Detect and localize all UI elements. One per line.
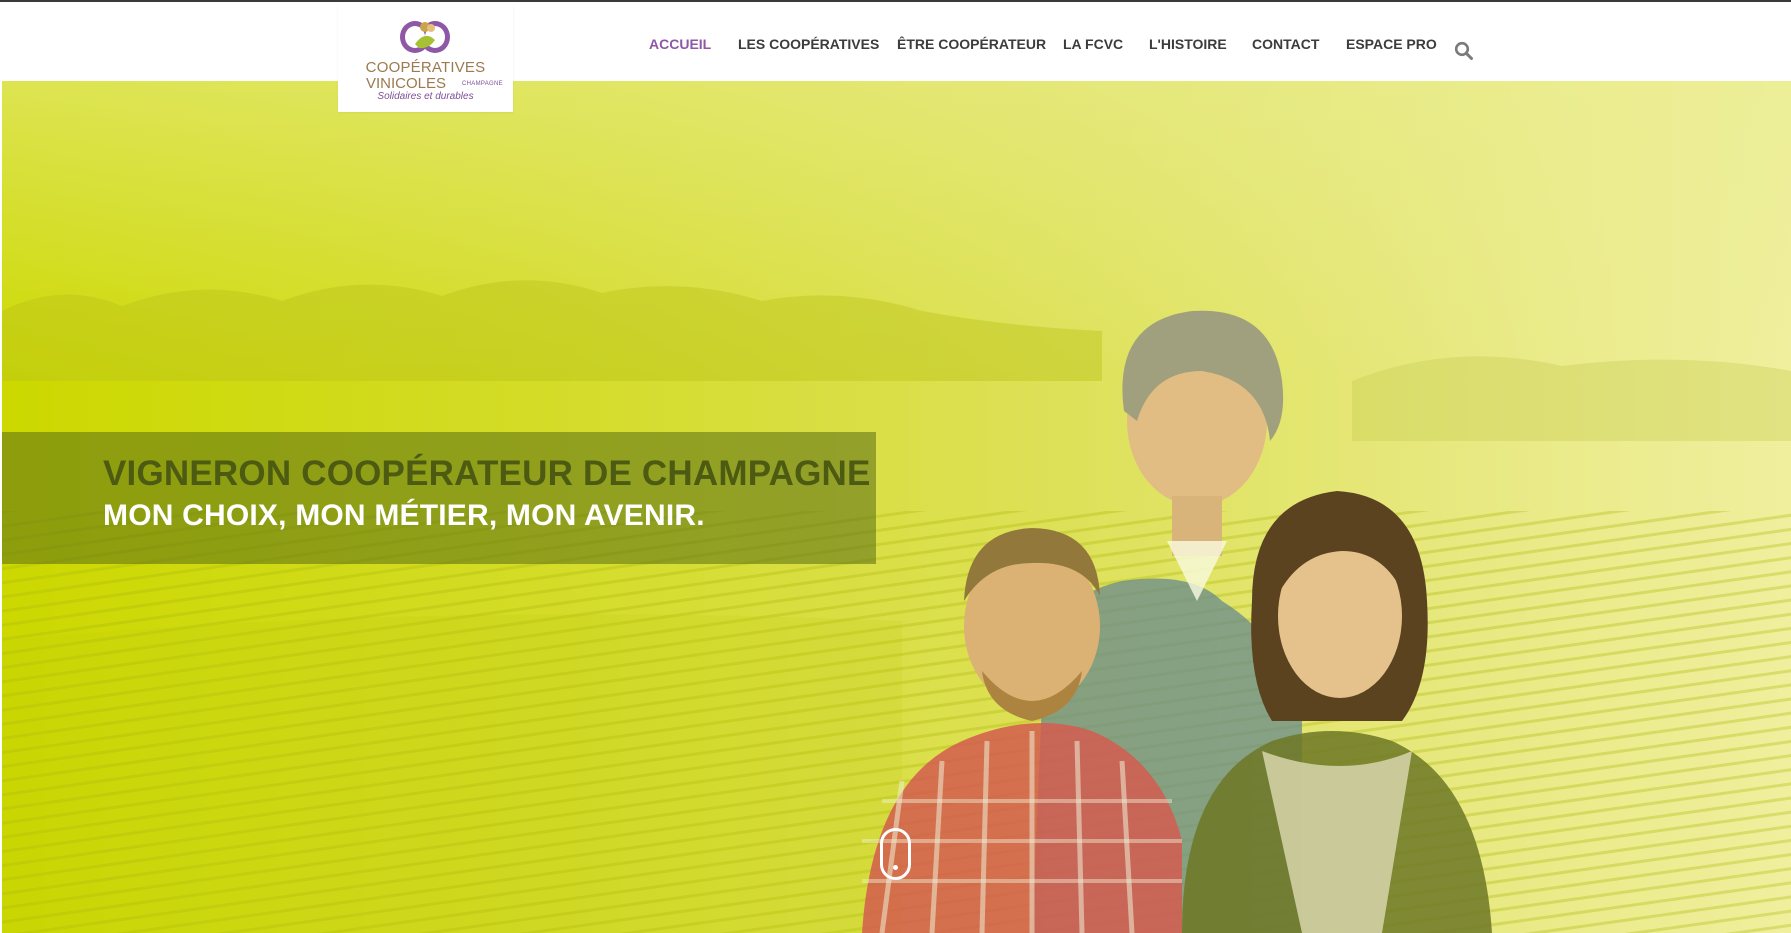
site-logo[interactable]: COOPÉRATIVES VINICOLES CHAMPAGNE Solidai… <box>338 4 513 112</box>
nav-item-lhistoire[interactable]: L'HISTOIRE <box>1149 36 1227 52</box>
nav-item-espace-pro[interactable]: ESPACE PRO <box>1346 36 1437 52</box>
nav-item-etre-cooperateur[interactable]: ÊTRE COOPÉRATEUR <box>897 36 1046 52</box>
nav-item-les-cooperatives[interactable]: LES COOPÉRATIVES <box>738 36 879 52</box>
logo-title-line1: COOPÉRATIVES <box>365 59 486 76</box>
hero-banner <box>2 432 876 564</box>
hero-title: VIGNERON COOPÉRATEUR DE CHAMPAGNE <box>103 454 871 493</box>
cooperatives-logo-icon <box>400 21 450 53</box>
logo-title-line2: VINICOLES <box>366 75 447 92</box>
nav-item-contact[interactable]: CONTACT <box>1252 36 1319 52</box>
site-header <box>0 2 1791 81</box>
logo-tagline: Solidaires et durables <box>377 91 474 102</box>
search-icon[interactable] <box>1454 41 1474 61</box>
logo-region: CHAMPAGNE <box>462 81 503 87</box>
hero-subtitle: MON CHOIX, MON MÉTIER, MON AVENIR. <box>103 499 705 532</box>
page: COOPÉRATIVES VINICOLES CHAMPAGNE Solidai… <box>0 0 1791 933</box>
scroll-dot <box>893 865 898 870</box>
nav-item-la-fcvc[interactable]: LA FCVC <box>1063 36 1123 52</box>
nav-item-accueil[interactable]: ACCUEIL <box>649 36 711 52</box>
scroll-down-icon[interactable] <box>880 828 911 880</box>
